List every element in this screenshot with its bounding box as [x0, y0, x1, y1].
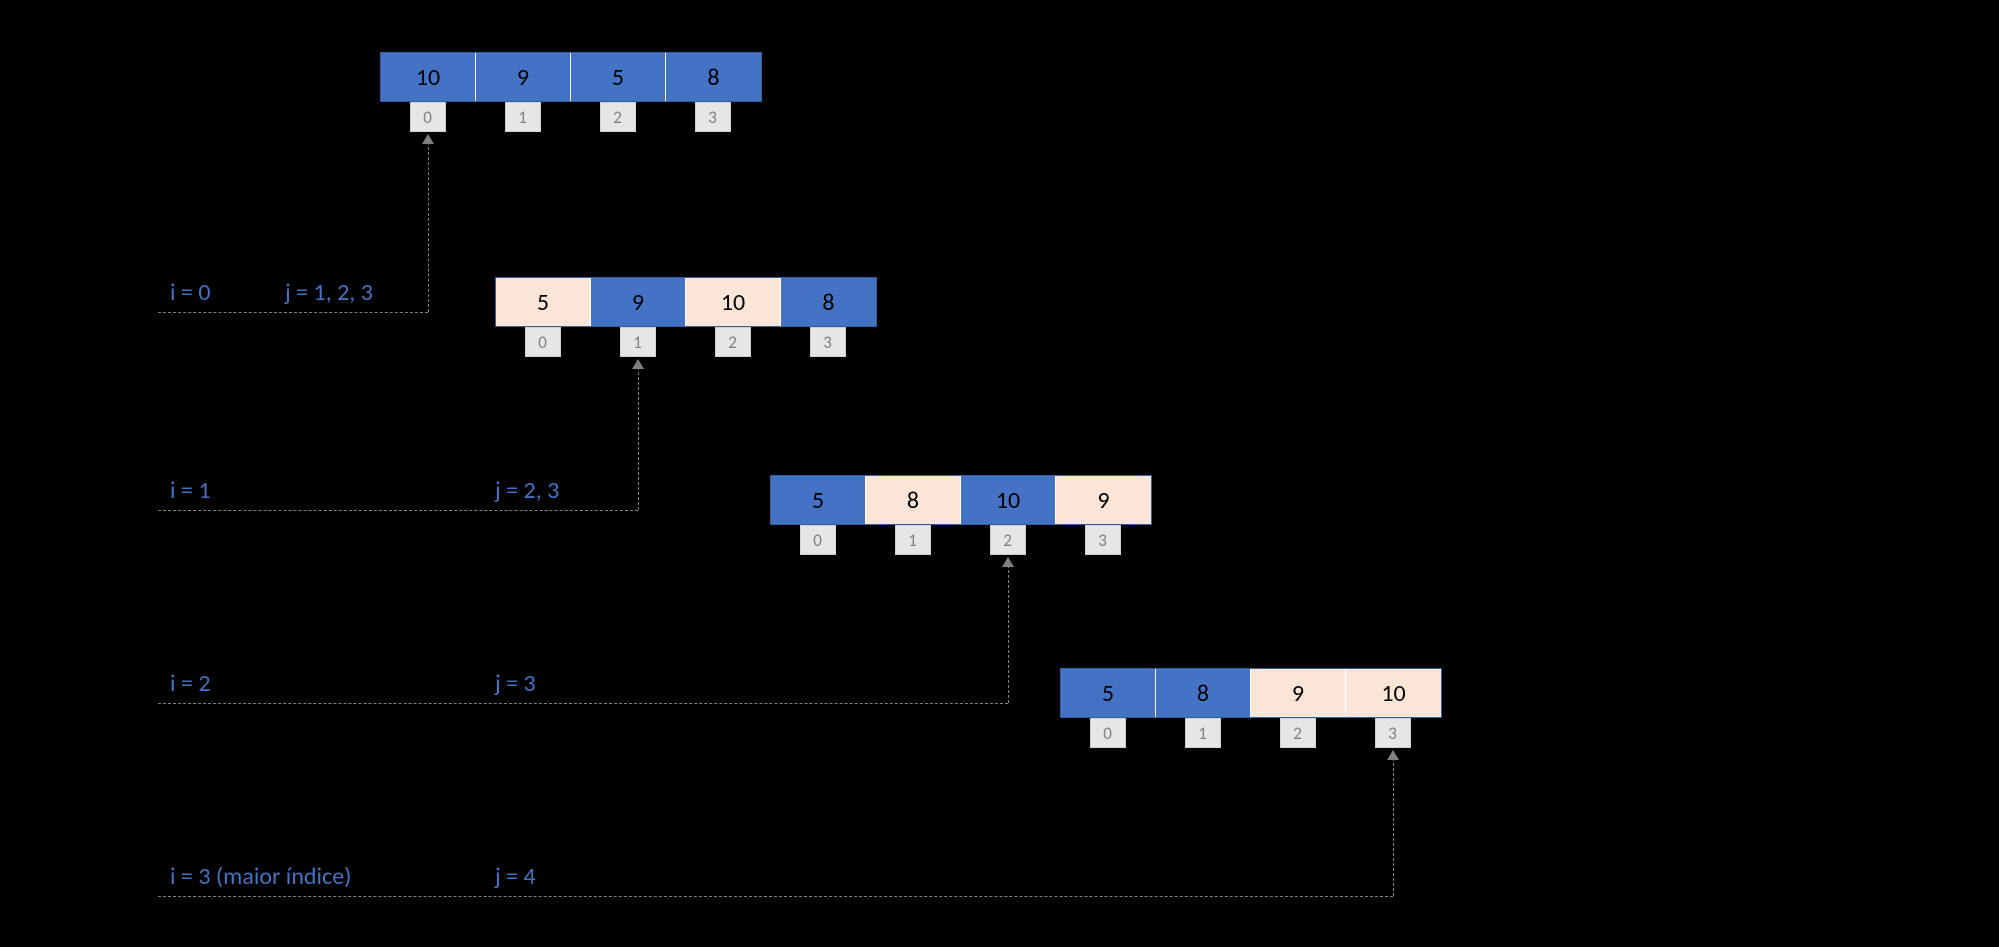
array-indices: 0 1 2 3: [1060, 718, 1442, 748]
index-label: 1: [895, 525, 931, 555]
index-label: 0: [525, 327, 561, 357]
array-cell: 8: [666, 53, 761, 101]
index-label: 3: [810, 327, 846, 357]
j-label: j = 2, 3: [495, 476, 559, 505]
index-label: 3: [695, 102, 731, 132]
j-label: j = 3: [495, 669, 536, 698]
arrow-up-icon: [422, 134, 434, 144]
array-cell: 5: [496, 278, 591, 326]
index-label: 1: [505, 102, 541, 132]
array-state-1: 5 9 10 8 0 1 2 3: [495, 277, 877, 357]
index-label: 0: [1090, 718, 1126, 748]
index-label: 3: [1375, 718, 1411, 748]
pointer-arrow: [428, 142, 429, 312]
array-cell: 9: [1056, 476, 1151, 524]
array-cell: 5: [771, 476, 866, 524]
array-indices: 0 1 2 3: [495, 327, 877, 357]
array-cells: 5 8 10 9: [770, 475, 1152, 525]
index-label: 2: [990, 525, 1026, 555]
j-label: j = 4: [495, 862, 536, 891]
arrow-up-icon: [1002, 557, 1014, 567]
array-state-2: 5 8 10 9 0 1 2 3: [770, 475, 1152, 555]
index-label: 0: [410, 102, 446, 132]
step-divider: [158, 896, 1393, 897]
arrow-up-icon: [632, 359, 644, 369]
j-label: j = 1, 2, 3: [285, 278, 373, 307]
i-label: i = 1: [170, 476, 210, 505]
arrow-up-icon: [1387, 750, 1399, 760]
step-divider: [158, 312, 428, 313]
i-label: i = 0: [170, 278, 210, 307]
array-cell: 5: [571, 53, 666, 101]
array-state-0: 10 9 5 8 0 1 2 3: [380, 52, 762, 132]
index-label: 2: [1280, 718, 1316, 748]
array-state-3: 5 8 9 10 0 1 2 3: [1060, 668, 1442, 748]
index-label: 2: [600, 102, 636, 132]
i-label: i = 2: [170, 669, 210, 698]
array-cell: 9: [476, 53, 571, 101]
array-cell: 10: [1346, 669, 1441, 717]
array-cells: 5 9 10 8: [495, 277, 877, 327]
array-indices: 0 1 2 3: [770, 525, 1152, 555]
array-cell: 9: [591, 278, 686, 326]
array-cell: 5: [1061, 669, 1156, 717]
array-cell: 8: [781, 278, 876, 326]
index-label: 1: [620, 327, 656, 357]
array-cell: 9: [1251, 669, 1346, 717]
array-cell: 10: [686, 278, 781, 326]
pointer-arrow: [638, 367, 639, 510]
array-cell: 10: [961, 476, 1056, 524]
step-divider: [158, 703, 1008, 704]
array-cells: 5 8 9 10: [1060, 668, 1442, 718]
index-label: 1: [1185, 718, 1221, 748]
array-cell: 8: [1156, 669, 1251, 717]
index-label: 3: [1085, 525, 1121, 555]
array-cells: 10 9 5 8: [380, 52, 762, 102]
pointer-arrow: [1393, 758, 1394, 896]
i-label: i = 3 (maior índice): [170, 862, 351, 891]
index-label: 0: [800, 525, 836, 555]
index-label: 2: [715, 327, 751, 357]
array-cell: 8: [866, 476, 961, 524]
step-divider: [158, 510, 638, 511]
diagram-stage: 10 9 5 8 0 1 2 3 5 9 10 8 0 1 2 3 5 8: [0, 0, 1999, 947]
array-indices: 0 1 2 3: [380, 102, 762, 132]
array-cell: 10: [381, 53, 476, 101]
pointer-arrow: [1008, 565, 1009, 703]
